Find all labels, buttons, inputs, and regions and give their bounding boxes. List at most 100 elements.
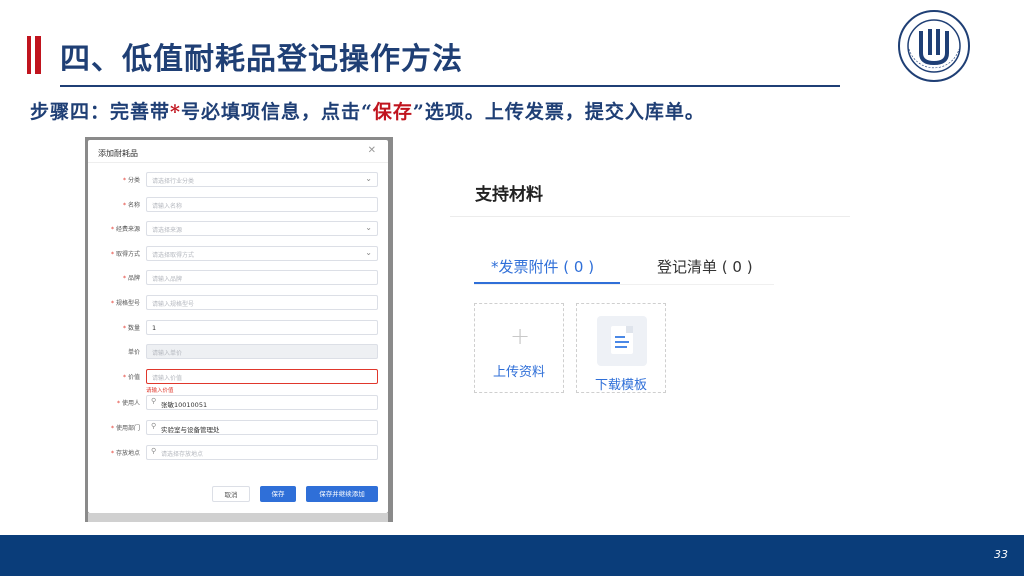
field-label: * 品牌: [123, 273, 140, 282]
subtitle-part-3: ”选项。上传发票，提交入库单。: [412, 101, 705, 123]
add-consumable-dialog: 添加耐耗品 ✕ * 分类 请选择行业分类 ⌄ * 名称 请输入名称 * 经费来源 请选择来源 ⌄ * 取…: [88, 140, 388, 513]
field-label: * 名称: [123, 200, 140, 209]
chevron-down-icon: ⌄: [365, 223, 372, 233]
field-error-message: 请输入价值: [146, 387, 174, 394]
search-field[interactable]: ⚲ 张敏10010051: [146, 395, 378, 411]
field-value: 1: [152, 323, 157, 332]
form-row: * 取得方式 请选择取得方式 ⌄: [88, 245, 388, 262]
subtitle-part-1: 步骤四：完善带: [30, 101, 171, 123]
title-divider: [60, 85, 840, 87]
title-accent-bar: [27, 36, 31, 74]
download-template-card[interactable]: 下载模板: [576, 303, 666, 393]
search-icon: ⚲: [151, 397, 157, 406]
search-icon: ⚲: [151, 446, 157, 455]
field-placeholder: 请选择取得方式: [152, 251, 195, 259]
text-field[interactable]: 请输入规格型号: [146, 295, 378, 310]
form-row: * 分类 请选择行业分类 ⌄: [88, 172, 388, 188]
field-value: 实验室与设备管理处: [161, 426, 220, 434]
required-star: *: [110, 250, 114, 258]
chevron-down-icon: ⌄: [365, 247, 372, 257]
field-label-text: 名称: [127, 201, 140, 209]
form-row: * 使用部门 ⚲ 实验室与设备管理处: [88, 420, 388, 436]
field-label: * 取得方式: [111, 249, 140, 258]
plus-icon: +: [510, 322, 531, 350]
field-label-text: 经费来源: [115, 226, 140, 234]
save-button[interactable]: 保存: [260, 486, 296, 502]
search-icon: ⚲: [151, 422, 157, 430]
slide-subtitle: 步骤四：完善带*号必填项信息，点击“保存”选项。上传发票，提交入库单。: [30, 97, 705, 124]
required-star: *: [122, 177, 126, 184]
field-label: * 存放地点: [111, 448, 140, 457]
form-row: * 名称 请输入名称: [88, 196, 388, 213]
materials-divider: [450, 216, 850, 217]
subtitle-highlight: 保存: [372, 101, 413, 123]
field-placeholder: 请选择存放地点: [161, 450, 204, 458]
field-label-text: 使用部门: [115, 425, 140, 432]
text-field[interactable]: 请输入价值: [146, 368, 378, 384]
close-icon[interactable]: ✕: [368, 145, 376, 156]
shanghai-university-seal-icon: [898, 10, 970, 82]
dialog-title: 添加耐耗品: [98, 149, 138, 158]
dialog-background-strip: [88, 513, 388, 522]
required-star: *: [116, 400, 120, 408]
field-placeholder: 请输入价值: [152, 374, 183, 382]
subtitle-star: *: [170, 101, 181, 123]
cancel-button[interactable]: 取消: [212, 486, 250, 502]
select-field[interactable]: 请选择来源 ⌄: [146, 221, 378, 237]
field-label: * 使用人: [117, 398, 140, 407]
upload-label: 上传资料: [492, 365, 545, 380]
field-placeholder: 请选择行业分类: [152, 178, 195, 185]
text-field[interactable]: 1: [146, 319, 378, 335]
text-field[interactable]: 请输入名称: [146, 196, 378, 212]
required-star: *: [122, 201, 126, 209]
form-row: * 数量 1: [88, 319, 388, 336]
search-field[interactable]: ⚲ 实验室与设备管理处: [146, 420, 378, 435]
save-and-add-button[interactable]: 保存并继续添加: [306, 486, 378, 502]
field-label-text: 分类: [127, 177, 140, 184]
form-row: 单价 请输入单价: [88, 344, 388, 360]
field-label-text: 数量: [127, 324, 140, 332]
field-placeholder: 请输入品牌: [152, 276, 183, 284]
field-label: * 价值: [123, 372, 140, 381]
field-placeholder: 请输入单价: [152, 350, 183, 358]
form-row: * 存放地点 ⚲ 请选择存放地点: [88, 444, 388, 461]
page-number: 33: [994, 548, 1008, 561]
required-star: *: [110, 300, 114, 307]
required-star: *: [122, 373, 126, 381]
form-row: * 价值 请输入价值: [88, 368, 388, 385]
field-placeholder: 请输入规格型号: [152, 301, 195, 308]
field-label-text: 使用人: [121, 400, 140, 408]
field-label-text: 单价: [127, 349, 140, 357]
form-row: * 经费来源 请选择来源 ⌄: [88, 221, 388, 237]
text-field: 请输入单价: [146, 344, 378, 360]
field-label-text: 品牌: [127, 275, 140, 283]
field-label: * 使用部门: [111, 423, 140, 432]
slide-footer-bar: 33: [0, 535, 1024, 576]
tab-invoice-attachment[interactable]: *发票附件 ( 0 ): [491, 256, 594, 277]
required-star: *: [110, 425, 114, 432]
select-field[interactable]: 请选择取得方式 ⌄: [146, 245, 378, 261]
materials-title: 支持材料: [475, 185, 543, 205]
download-template-label: 下载模板: [594, 378, 647, 393]
required-star: *: [122, 324, 126, 332]
field-label: * 规格型号: [111, 298, 140, 307]
required-star: *: [110, 226, 114, 234]
field-label: 单价: [128, 347, 140, 356]
form-row: * 使用人 ⚲ 张敏10010051: [88, 395, 388, 411]
search-field[interactable]: ⚲ 请选择存放地点: [146, 444, 378, 460]
text-field[interactable]: 请输入品牌: [146, 270, 378, 286]
document-icon: [611, 326, 633, 354]
tab-baseline: [474, 284, 774, 285]
form-row: * 品牌 请输入品牌: [88, 270, 388, 286]
field-label-text: 取得方式: [115, 250, 140, 258]
document-icon-box: [597, 316, 647, 366]
chevron-down-icon: ⌄: [365, 174, 372, 183]
field-label: * 数量: [123, 323, 140, 332]
required-star: *: [122, 275, 126, 283]
select-field[interactable]: 请选择行业分类 ⌄: [146, 172, 378, 187]
upload-card[interactable]: + 上传资料: [474, 303, 564, 393]
field-placeholder: 请选择来源: [152, 227, 183, 235]
tab-registration-list[interactable]: 登记清单 ( 0 ): [657, 256, 753, 277]
subtitle-part-2: 号必填项信息，点击“: [180, 101, 373, 123]
title-accent-bar-thick: [35, 36, 41, 74]
